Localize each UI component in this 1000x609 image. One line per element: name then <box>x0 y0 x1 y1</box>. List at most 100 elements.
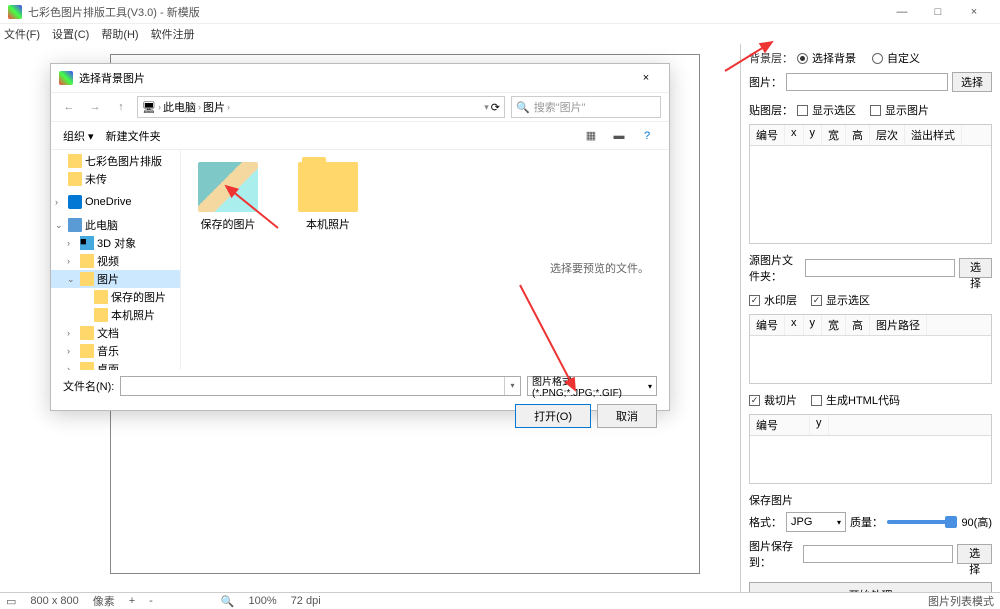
nav-up-button[interactable]: ↑ <box>111 97 131 117</box>
show-image-label: 显示图片 <box>885 102 929 118</box>
organize-menu[interactable]: 组织 ▾ <box>63 128 94 144</box>
menu-file[interactable]: 文件(F) <box>4 26 40 42</box>
filetype-value: 图片格式 (*.PNG;*.JPG;*.GIF) <box>532 373 648 399</box>
tree-video[interactable]: 视频 <box>97 253 119 269</box>
dialog-close-button[interactable]: × <box>631 72 661 84</box>
file-camera-roll[interactable]: 本机照片 <box>293 162 363 358</box>
watermark-label: 水印层 <box>764 292 797 308</box>
watermark-table[interactable]: 编号 x y 宽 高 图片路径 <box>749 314 992 384</box>
col-y: y <box>804 125 823 145</box>
quality-slider[interactable] <box>887 520 957 524</box>
search-input[interactable]: 🔍 搜索"图片" <box>511 96 661 118</box>
save-to-label: 图片保存到： <box>749 538 799 570</box>
save-section-label: 保存图片 <box>749 492 992 508</box>
tree-desktop[interactable]: 桌面 <box>97 361 119 370</box>
view-icon[interactable]: ▦ <box>581 126 601 146</box>
filetype-select[interactable]: 图片格式 (*.PNG;*.JPG;*.GIF) ▾ <box>527 376 657 396</box>
app-icon <box>8 5 22 19</box>
nav-forward-button[interactable]: → <box>85 97 105 117</box>
show-area2-checkbox[interactable] <box>811 295 822 306</box>
properties-panel: 背景层： 选择背景 自定义 图片： 选择 贴图层： 显示选区 显示图片 编号 x… <box>740 44 1000 592</box>
tree-3d[interactable]: 3D 对象 <box>97 235 136 251</box>
tree-saved[interactable]: 保存的图片 <box>111 289 166 305</box>
quality-value: 90(高) <box>961 514 992 530</box>
bg-image-field[interactable] <box>786 73 948 91</box>
tree-wei[interactable]: 未传 <box>85 171 107 187</box>
col-num: 编号 <box>750 125 785 145</box>
save-to-field[interactable] <box>803 545 953 563</box>
tree-camera[interactable]: 本机照片 <box>111 307 155 323</box>
help-icon[interactable]: ? <box>637 126 657 146</box>
col2-y: y <box>804 315 823 335</box>
col2-h: 高 <box>846 315 870 335</box>
cancel-button[interactable]: 取消 <box>597 404 657 428</box>
new-folder-button[interactable]: 新建文件夹 <box>106 128 161 144</box>
tree-docs[interactable]: 文档 <box>97 325 119 341</box>
status-plus[interactable]: + <box>129 595 135 607</box>
file-saved-pictures[interactable]: 保存的图片 <box>193 162 263 358</box>
start-process-button[interactable]: 开始处理 <box>749 582 992 592</box>
search-icon: 🔍 <box>516 101 530 114</box>
menu-register[interactable]: 软件注册 <box>151 26 195 42</box>
show-area-label: 显示选区 <box>812 102 856 118</box>
refresh-icon[interactable]: ⟳ <box>491 101 500 114</box>
src-folder-label: 源图片文件夹： <box>749 252 801 284</box>
dialog-title: 选择背景图片 <box>79 70 631 86</box>
col3-y: y <box>810 415 829 435</box>
breadcrumb-dropdown[interactable]: ▾ <box>484 102 489 113</box>
status-minus[interactable]: - <box>149 595 153 607</box>
tree-app[interactable]: 七彩色图片排版 <box>85 153 162 169</box>
select-src-button[interactable]: 选择 <box>959 258 992 278</box>
breadcrumb[interactable]: 🖥› 此电脑› 图片› ▾ ⟳ <box>137 96 505 118</box>
gen-html-checkbox[interactable] <box>811 395 822 406</box>
menu-help[interactable]: 帮助(H) <box>101 26 138 42</box>
col3-num: 编号 <box>750 415 810 435</box>
src-folder-field[interactable] <box>805 259 955 277</box>
col-w: 宽 <box>822 125 846 145</box>
tree-music[interactable]: 音乐 <box>97 343 119 359</box>
window-title: 七彩色图片排版工具(V3.0) - 新模版 <box>28 4 884 20</box>
map-layer-label: 贴图层： <box>749 102 793 118</box>
col2-num: 编号 <box>750 315 785 335</box>
nav-back-button[interactable]: ← <box>59 97 79 117</box>
slice-checkbox[interactable] <box>749 395 760 406</box>
col2-w: 宽 <box>822 315 846 335</box>
radio-custom[interactable] <box>872 53 883 64</box>
open-button[interactable]: 打开(O) <box>515 404 591 428</box>
radio-select-bg[interactable] <box>797 53 808 64</box>
tree-pc[interactable]: 此电脑 <box>85 217 118 233</box>
select-save-button[interactable]: 选择 <box>957 544 992 564</box>
menu-settings[interactable]: 设置(C) <box>52 26 89 42</box>
tree-pictures[interactable]: 图片 <box>97 271 119 287</box>
breadcrumb-pc[interactable]: 此电脑 <box>163 99 196 115</box>
filename-input[interactable]: ▾ <box>120 376 521 396</box>
close-button[interactable]: × <box>956 0 992 24</box>
col-layer: 层次 <box>870 125 905 145</box>
folder-tree[interactable]: 七彩色图片排版 未传 ›OneDrive ⌄此电脑 ›■3D 对象 ›视频 ⌄图… <box>51 150 181 370</box>
file-saved-label: 保存的图片 <box>193 216 263 232</box>
col-overflow: 溢出样式 <box>905 125 962 145</box>
list-mode-label[interactable]: 图片列表模式 <box>928 593 994 609</box>
preview-icon[interactable]: ▬ <box>609 126 629 146</box>
col2-x: x <box>785 315 804 335</box>
minimize-button[interactable]: — <box>884 0 920 24</box>
breadcrumb-folder[interactable]: 图片 <box>203 99 225 115</box>
gen-html-label: 生成HTML代码 <box>826 392 900 408</box>
dialog-icon <box>59 71 73 85</box>
col-x: x <box>785 125 804 145</box>
status-dpi: 72 dpi <box>291 595 321 607</box>
maximize-button[interactable]: □ <box>920 0 956 24</box>
tree-onedrive[interactable]: OneDrive <box>85 196 131 208</box>
map-layer-table[interactable]: 编号 x y 宽 高 层次 溢出样式 <box>749 124 992 244</box>
radio-select-bg-label: 选择背景 <box>812 50 856 66</box>
show-image-checkbox[interactable] <box>870 105 881 116</box>
image-label: 图片： <box>749 74 782 90</box>
show-area-checkbox[interactable] <box>797 105 808 116</box>
watermark-checkbox[interactable] <box>749 295 760 306</box>
slice-table[interactable]: 编号 y <box>749 414 992 484</box>
status-unit: 像素 <box>93 593 115 609</box>
select-bg-button[interactable]: 选择 <box>952 72 992 92</box>
file-open-dialog: 选择背景图片 × ← → ↑ 🖥› 此电脑› 图片› ▾ ⟳ 🔍 搜索"图片" … <box>50 63 670 411</box>
format-select[interactable]: JPG▾ <box>786 512 846 532</box>
status-zoom: 100% <box>249 595 277 607</box>
